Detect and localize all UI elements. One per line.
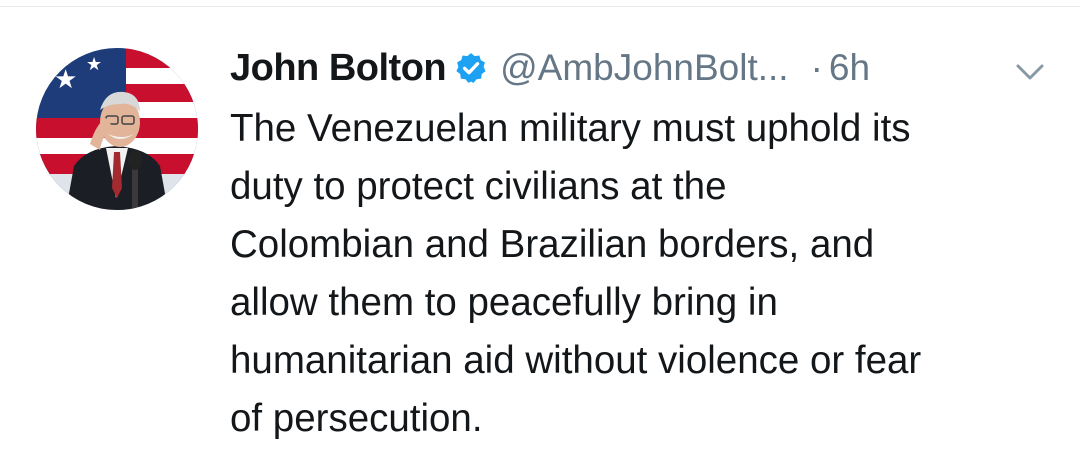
user-handle[interactable]: @AmbJohnBolt... bbox=[500, 47, 788, 89]
tweet-text-line: Colombian and Brazilian borders, and bbox=[230, 223, 875, 266]
separator-dot: · bbox=[810, 47, 823, 88]
chevron-down-icon[interactable] bbox=[1010, 60, 1050, 84]
avatar[interactable]: ★ ★ bbox=[36, 48, 198, 210]
avatar-photo: ★ ★ bbox=[36, 48, 198, 210]
divider bbox=[0, 6, 1080, 7]
timestamp[interactable]: 6h bbox=[829, 47, 870, 89]
tweet-text-line: humanitarian aid without violence or fea… bbox=[230, 339, 922, 382]
display-name[interactable]: John Bolton bbox=[230, 47, 447, 90]
tweet-text-line: of persecution. bbox=[230, 397, 483, 440]
verified-badge-icon bbox=[456, 53, 486, 83]
tweet[interactable]: ★ ★ John Bolton @AmbJohnBolt... · 6h The… bbox=[0, 0, 1080, 460]
svg-text:★: ★ bbox=[54, 65, 77, 95]
tweet-header: John Bolton @AmbJohnBolt... · 6h bbox=[230, 40, 870, 96]
tweet-text: The Venezuelan military must uphold its … bbox=[230, 100, 1060, 448]
tweet-text-line: allow them to peacefully bring in bbox=[230, 281, 778, 324]
tweet-text-line: The Venezuelan military must uphold its bbox=[230, 107, 911, 150]
tweet-text-line: duty to protect civilians at the bbox=[230, 165, 727, 208]
svg-text:★: ★ bbox=[86, 54, 102, 75]
